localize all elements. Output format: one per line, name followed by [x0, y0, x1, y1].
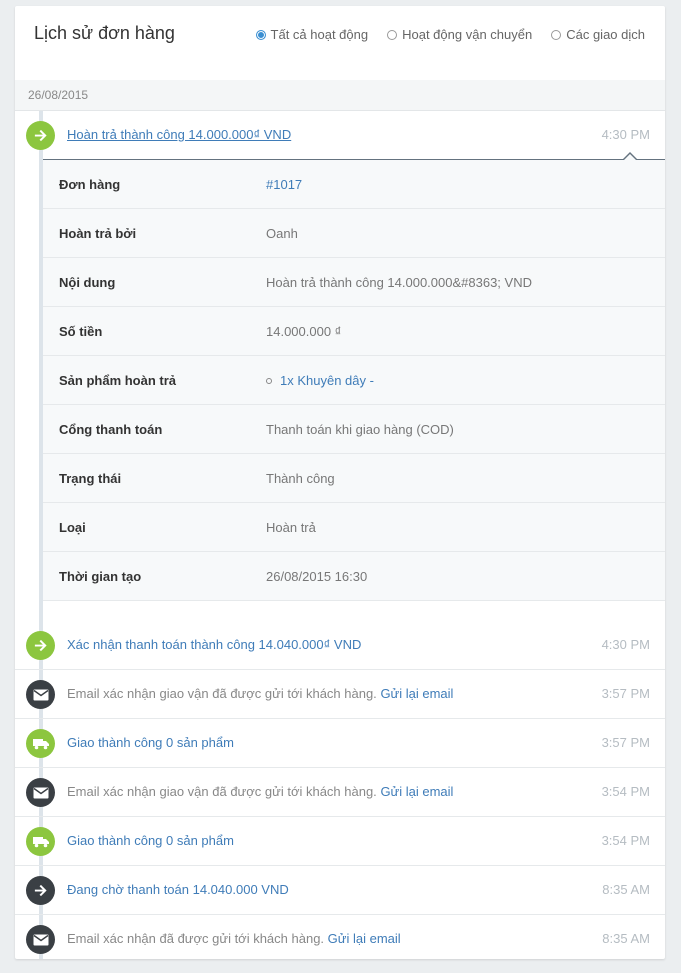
filter-label: Hoạt động vận chuyển	[402, 27, 533, 42]
event-time: 8:35 AM	[602, 882, 650, 897]
detail-row-content: Nội dung Hoàn trả thành công 14.000.000&…	[43, 258, 665, 307]
filter-label: Tất cả hoạt động	[270, 27, 369, 42]
detail-row-created-time: Thời gian tạo 26/08/2015 16:30	[43, 552, 665, 601]
event-message: Email xác nhận giao vận đã được gửi tới …	[67, 784, 453, 799]
product-link[interactable]: Khuyên dây	[297, 373, 366, 388]
timeline-event[interactable]: Xác nhận thanh toán thành công 14.040.00…	[15, 621, 665, 670]
detail-value: Hoàn trả thành công 14.000.000&#8363; VN…	[266, 275, 532, 290]
event-text: Email xác nhận giao vận đã được gửi tới …	[67, 686, 377, 701]
timeline: Hoàn trả thành công 14.000.000₫ VND 4:30…	[15, 111, 665, 959]
envelope-icon	[26, 778, 55, 807]
date-label: 26/08/2015	[28, 88, 89, 102]
timeline-event: Email xác nhận giao vận đã được gửi tới …	[15, 670, 665, 719]
detail-value: Hoàn trả	[266, 520, 316, 535]
timeline-event[interactable]: Giao thành công 0 sản phẩm 3:57 PM	[15, 719, 665, 768]
radio-unselected-icon[interactable]	[551, 29, 562, 40]
order-number-link[interactable]: #1017	[266, 177, 302, 192]
filter-label: Các giao dịch	[566, 27, 645, 42]
detail-row-type: Loại Hoàn trả	[43, 503, 665, 552]
event-message[interactable]: Hoàn trả thành công 14.000.000₫ VND	[67, 127, 291, 142]
event-time: 3:54 PM	[601, 784, 650, 799]
event-time: 3:57 PM	[601, 735, 650, 750]
order-history-card: Lịch sử đơn hàng Tất cả hoạt động Hoạt đ…	[15, 6, 665, 959]
detail-label: Cổng thanh toán	[59, 422, 163, 437]
filter-all-activities[interactable]: Tất cả hoạt động	[255, 27, 369, 42]
detail-label: Sản phẩm hoàn trả	[59, 373, 177, 388]
detail-label: Số tiền	[59, 324, 103, 339]
filter-shipping-activities[interactable]: Hoạt động vận chuyển	[387, 27, 532, 42]
event-message: Email xác nhận đã được gửi tới khách hàn…	[67, 931, 401, 946]
event-text: Email xác nhận giao vận đã được gửi tới …	[67, 784, 377, 799]
timeline-event[interactable]: Giao thành công 0 sản phẩm 3:54 PM	[15, 817, 665, 866]
radio-unselected-icon[interactable]	[387, 29, 398, 40]
resend-email-link[interactable]: Gửi lại email	[328, 931, 401, 946]
event-message: Email xác nhận giao vận đã được gửi tới …	[67, 686, 453, 701]
truck-icon	[26, 729, 55, 758]
filter-transactions[interactable]: Các giao dịch	[551, 27, 645, 42]
arrow-right-icon	[26, 121, 55, 150]
product-qty: 1x	[280, 373, 294, 388]
resend-email-link[interactable]: Gửi lại email	[380, 784, 453, 799]
event-message[interactable]: Đang chờ thanh toán 14.040.000 VND	[67, 882, 289, 897]
detail-row-order: Đơn hàng #1017	[43, 160, 665, 209]
detail-label: Nội dung	[59, 275, 116, 290]
detail-label: Trạng thái	[59, 471, 122, 486]
event-message[interactable]: Xác nhận thanh toán thành công 14.040.00…	[67, 637, 361, 652]
date-group-header: 26/08/2015	[15, 80, 665, 111]
event-time: 4:30 PM	[601, 127, 650, 142]
event-text: Email xác nhận đã được gửi tới khách hàn…	[67, 931, 325, 946]
radio-selected-icon[interactable]	[255, 29, 266, 40]
event-time: 4:30 PM	[601, 637, 650, 652]
event-details-panel: Đơn hàng #1017 Hoàn trả bởi Oanh Nội dun…	[43, 160, 665, 601]
product-suffix: -	[366, 373, 374, 388]
timeline-event: Email xác nhận giao vận đã được gửi tới …	[15, 768, 665, 817]
detail-value: Thanh toán khi giao hàng (COD)	[266, 422, 454, 437]
detail-row-status: Trạng thái Thành công	[43, 454, 665, 503]
envelope-icon	[26, 925, 55, 954]
detail-label: Loại	[59, 520, 86, 535]
truck-icon	[26, 827, 55, 856]
bullet-icon	[266, 377, 272, 384]
detail-value: Thành công	[266, 471, 335, 486]
timeline-event[interactable]: Đang chờ thanh toán 14.040.000 VND 8:35 …	[15, 866, 665, 915]
detail-label: Hoàn trả bởi	[59, 226, 137, 241]
event-time: 3:57 PM	[601, 686, 650, 701]
card-header: Lịch sử đơn hàng Tất cả hoạt động Hoạt đ…	[15, 6, 665, 80]
activity-filter-group: Tất cả hoạt động Hoạt động vận chuyển Cá…	[237, 27, 645, 42]
event-time: 8:35 AM	[602, 931, 650, 946]
detail-value: Oanh	[266, 226, 298, 241]
detail-row-payment-gateway: Cổng thanh toán Thanh toán khi giao hàng…	[43, 405, 665, 454]
page-title: Lịch sử đơn hàng	[34, 23, 175, 43]
arrow-right-icon	[26, 876, 55, 905]
detail-row-refunded-by: Hoàn trả bởi Oanh	[43, 209, 665, 258]
detail-label: Đơn hàng	[59, 177, 121, 192]
event-message[interactable]: Giao thành công 0 sản phẩm	[67, 735, 234, 750]
envelope-icon	[26, 680, 55, 709]
event-time: 3:54 PM	[601, 833, 650, 848]
detail-value: 26/08/2015 16:30	[266, 569, 368, 584]
event-message[interactable]: Giao thành công 0 sản phẩm	[67, 833, 234, 848]
detail-row-returned-products: Sản phẩm hoàn trả 1x Khuyên dây -	[43, 356, 665, 405]
detail-row-amount: Số tiền 14.000.000 ₫	[43, 307, 665, 356]
returned-product-item: 1x Khuyên dây -	[266, 373, 374, 388]
timeline-event: Email xác nhận đã được gửi tới khách hàn…	[15, 915, 665, 959]
detail-label: Thời gian tạo	[59, 569, 142, 584]
timeline-event-expanded[interactable]: Hoàn trả thành công 14.000.000₫ VND 4:30…	[15, 111, 665, 160]
resend-email-link[interactable]: Gửi lại email	[380, 686, 453, 701]
arrow-right-icon	[26, 631, 55, 660]
detail-value: 14.000.000 ₫	[266, 324, 342, 339]
